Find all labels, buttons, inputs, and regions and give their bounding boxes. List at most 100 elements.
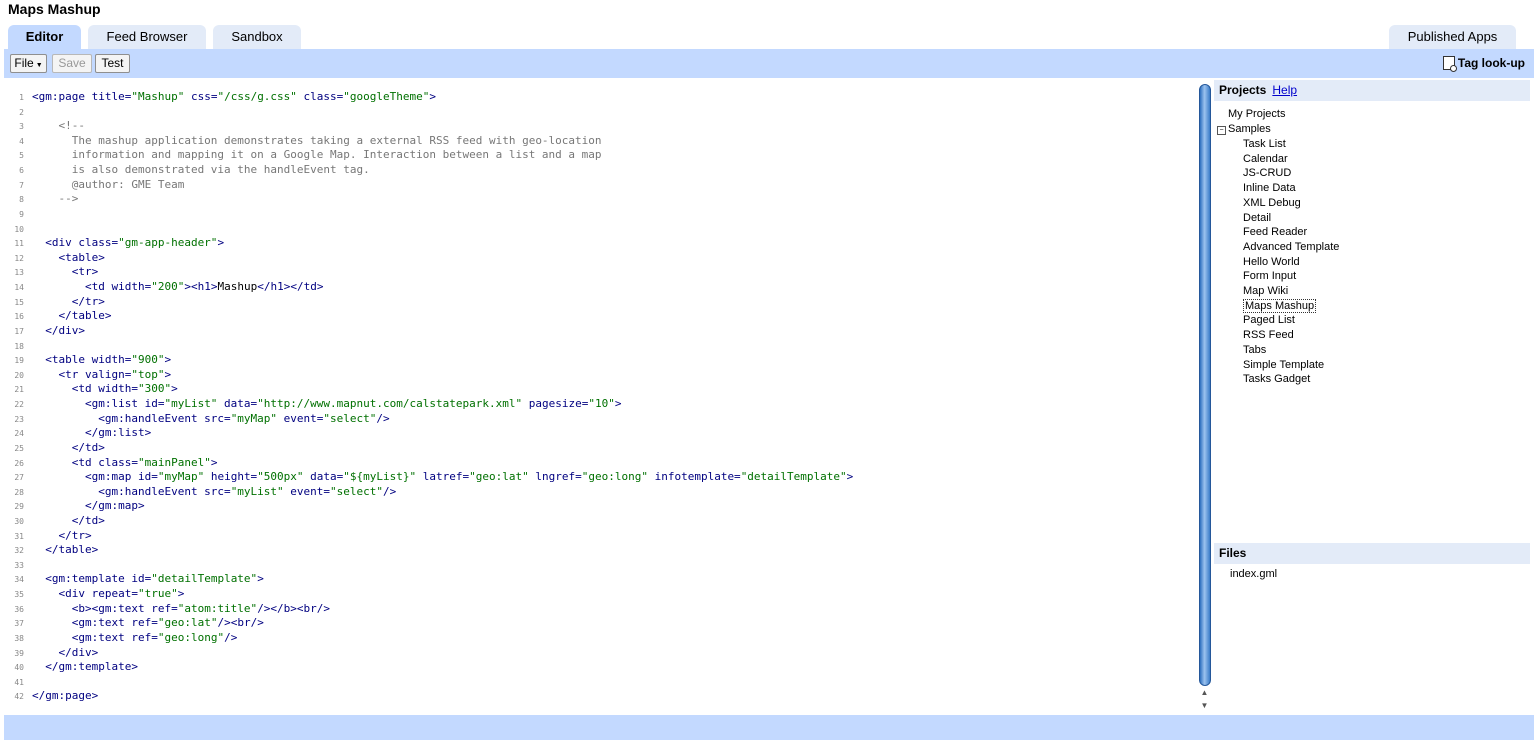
test-button[interactable]: Test (95, 54, 130, 73)
code-token: > (429, 90, 437, 103)
code-line[interactable]: 40 </gm:template> (4, 659, 1194, 674)
code-line[interactable]: 11 <div class="gm-app-header"> (4, 235, 1194, 250)
code-line[interactable]: 30 </td> (4, 513, 1194, 528)
code-line[interactable]: 36 <b><gm:text ref="atom:title"/></b><br… (4, 601, 1194, 616)
tree-item-sample[interactable]: Tasks Gadget (1243, 372, 1310, 386)
code-line[interactable]: 10 (4, 221, 1194, 236)
tree-item-samples[interactable]: Samples (1228, 122, 1271, 136)
code-line[interactable]: 5 information and mapping it on a Google… (4, 147, 1194, 162)
code-line[interactable]: 28 <gm:handleEvent src="myList" event="s… (4, 484, 1194, 499)
tree-item-sample[interactable]: Advanced Template (1243, 240, 1339, 254)
side-panel: Projects Help My Projects − Samples Files… (1214, 80, 1530, 713)
code-line[interactable]: 21 <td width="300"> (4, 381, 1194, 396)
tree-item-sample[interactable]: XML Debug (1243, 196, 1301, 210)
code-line[interactable]: 33 (4, 557, 1194, 572)
scrollbar-thumb[interactable] (1199, 84, 1211, 686)
tab-feed-browser[interactable]: Feed Browser (88, 25, 206, 49)
tree-item-sample[interactable]: RSS Feed (1243, 328, 1294, 342)
code-token: > (177, 587, 185, 601)
tree-item-sample[interactable]: JS-CRUD (1243, 166, 1291, 180)
code-token: <table width= (32, 353, 132, 367)
scroll-up-arrow-icon[interactable]: ▲ (1199, 687, 1210, 698)
code-line[interactable]: 13 <tr> (4, 264, 1194, 279)
code-line[interactable]: 41 (4, 674, 1194, 689)
tree-item-sample[interactable]: Maps Mashup (1243, 298, 1317, 313)
code-token: class= (296, 90, 344, 103)
code-token: <gm:list id= (32, 397, 165, 411)
code-token: "10" (588, 397, 615, 411)
code-line[interactable]: 3 <!-- (4, 118, 1194, 133)
tab-sandbox[interactable]: Sandbox (213, 25, 301, 49)
code-token: "geo:lat" (157, 616, 218, 630)
code-line[interactable]: 23 <gm:handleEvent src="myMap" event="se… (4, 411, 1194, 426)
code-token: </tr> (32, 528, 92, 542)
code-line[interactable]: 17 </div> (4, 323, 1194, 338)
code-line[interactable]: 32 </table> (4, 542, 1194, 557)
code-line[interactable]: 25 </td> (4, 440, 1194, 455)
code-token: <tr valign= (32, 367, 132, 381)
tree-item-sample[interactable]: Simple Template (1243, 358, 1324, 372)
tree-item-sample[interactable]: Detail (1243, 211, 1271, 225)
code-line[interactable]: 42 </gm:page> (4, 688, 1194, 703)
code-token: </table> (32, 309, 112, 323)
scroll-down-arrow-icon[interactable]: ▼ (1199, 700, 1210, 711)
code-line[interactable]: 37 <gm:text ref="geo:lat"/><br/> (4, 615, 1194, 630)
save-button[interactable]: Save (52, 54, 92, 73)
tree-item-sample[interactable]: Form Input (1243, 269, 1296, 283)
projects-header: Projects Help (1214, 80, 1530, 101)
code-line[interactable]: 27 <gm:map id="myMap" height="500px" dat… (4, 469, 1194, 484)
code-line[interactable]: 24 </gm:list> (4, 425, 1194, 440)
tag-lookup-link[interactable]: Tag look-up (1442, 56, 1525, 72)
code-line[interactable]: 8 --> (4, 191, 1194, 206)
code-line[interactable]: 22 <gm:list id="myList" data="http://www… (4, 396, 1194, 411)
code-token: /><br/> (217, 616, 264, 630)
collapse-toggle-icon[interactable]: − (1217, 126, 1226, 135)
code-line[interactable]: 12 <table> (4, 250, 1194, 265)
code-line[interactable]: 16 </table> (4, 308, 1194, 323)
code-token: "myList" (230, 484, 284, 498)
code-token: information and mapping it on a Google M… (32, 148, 602, 162)
code-line[interactable]: 31 </tr> (4, 528, 1194, 543)
tab-editor[interactable]: Editor (8, 25, 81, 49)
code-line[interactable]: 39 </div> (4, 645, 1194, 660)
tree-item-sample[interactable]: Paged List (1243, 313, 1295, 327)
code-token: </gm:map> (32, 499, 145, 513)
code-line[interactable]: 29 </gm:map> (4, 498, 1194, 513)
code-line[interactable]: 4 The mashup application demonstrates ta… (4, 133, 1194, 148)
help-link[interactable]: Help (1272, 83, 1297, 97)
code-line[interactable]: 15 </tr> (4, 294, 1194, 309)
code-token: "200" (151, 280, 185, 294)
code-token: "true" (137, 587, 178, 601)
code-line[interactable]: 26 <td class="mainPanel"> (4, 455, 1194, 470)
code-line[interactable]: 6 is also demonstrated via the handleEve… (4, 162, 1194, 177)
code-line[interactable]: 19 <table width="900"> (4, 352, 1194, 367)
code-line[interactable]: 35 <div repeat="true"> (4, 586, 1194, 601)
tree-item-sample[interactable]: Map Wiki (1243, 284, 1288, 298)
tab-published-apps[interactable]: Published Apps (1389, 25, 1516, 49)
code-token: > (210, 455, 218, 469)
code-line[interactable]: 2 (4, 104, 1194, 119)
code-line[interactable]: 14 <td width="200"><h1>Mashup</h1></td> (4, 279, 1194, 294)
tree-item-my-projects[interactable]: My Projects (1228, 107, 1285, 121)
tree-item-sample[interactable]: Tabs (1243, 343, 1266, 357)
code-token: "detailTemplate" (740, 470, 847, 484)
tree-item-sample[interactable]: Task List (1243, 137, 1286, 151)
editor-scrollbar[interactable]: ▲ ▼ (1197, 80, 1212, 713)
code-line[interactable]: 18 (4, 338, 1194, 353)
file-item-index-gml[interactable]: index.gml (1230, 567, 1277, 581)
code-line[interactable]: 1 <gm:page title="Mashup" css="/css/g.css… (4, 89, 1194, 104)
code-line[interactable]: 9 (4, 206, 1194, 221)
tree-item-sample[interactable]: Hello World (1243, 255, 1300, 269)
file-menu-button[interactable]: File ▼ (10, 54, 47, 73)
code-line[interactable]: 34 <gm:template id="detailTemplate"> (4, 571, 1194, 586)
tree-item-sample[interactable]: Inline Data (1243, 181, 1296, 195)
code-token: <div repeat= (32, 587, 138, 601)
code-line[interactable]: 7 @author: GME Team (4, 177, 1194, 192)
code-line[interactable]: 38 <gm:text ref="geo:long"/> (4, 630, 1194, 645)
code-token: <table> (32, 250, 105, 264)
code-token: latref= (416, 470, 470, 484)
code-line[interactable]: 20 <tr valign="top"> (4, 367, 1194, 382)
tree-item-sample[interactable]: Calendar (1243, 152, 1288, 166)
tree-item-sample[interactable]: Feed Reader (1243, 225, 1307, 239)
code-editor[interactable]: 1 <gm:page title="Mashup" css="/css/g.css… (4, 80, 1197, 713)
